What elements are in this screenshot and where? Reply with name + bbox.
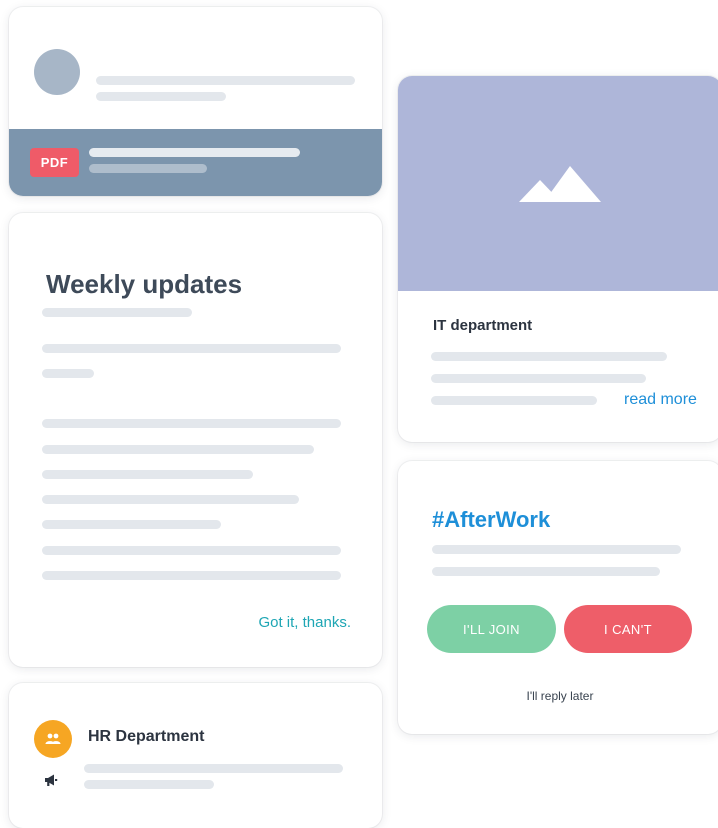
- card-title: #AfterWork: [432, 507, 551, 532]
- card-title: IT department: [433, 317, 533, 334]
- placeholder-line: [42, 520, 221, 529]
- mountains-icon: [519, 166, 601, 202]
- file-attachment-bar[interactable]: PDF: [9, 129, 382, 196]
- placeholder-line: [42, 546, 341, 555]
- decline-button[interactable]: I CAN'T: [564, 605, 692, 653]
- it-department-card: IT department read more: [398, 76, 718, 442]
- placeholder-line: [89, 148, 300, 157]
- card-title: HR Department: [88, 728, 205, 745]
- placeholder-line: [42, 470, 253, 479]
- card-title: Weekly updates: [46, 269, 243, 299]
- placeholder-line: [42, 369, 94, 378]
- weekly-updates-card: Weekly updates Got it, thanks.: [9, 213, 382, 667]
- placeholder-line: [89, 164, 207, 173]
- afterwork-card: #AfterWork I'LL JOIN I CAN'T I'll reply …: [398, 461, 718, 734]
- placeholder-line: [84, 764, 343, 773]
- placeholder-line: [431, 352, 667, 361]
- placeholder-line: [42, 571, 341, 580]
- placeholder-line: [42, 344, 341, 353]
- placeholder-line: [84, 780, 214, 789]
- people-icon: [34, 720, 72, 758]
- placeholder-line: [432, 567, 660, 576]
- avatar: [34, 49, 80, 95]
- placeholder-line: [96, 92, 226, 101]
- placeholder-line: [96, 76, 355, 85]
- placeholder-line: [42, 419, 341, 428]
- megaphone-icon: [44, 773, 58, 792]
- placeholder-line: [432, 545, 681, 554]
- acknowledge-link[interactable]: Got it, thanks.: [258, 614, 351, 631]
- placeholder-line: [42, 445, 314, 454]
- reply-later-link[interactable]: I'll reply later: [398, 689, 718, 703]
- hr-department-card: HR Department: [9, 683, 382, 828]
- placeholder-line: [42, 308, 192, 317]
- placeholder-line: [431, 396, 597, 405]
- placeholder-line: [42, 495, 299, 504]
- placeholder-line: [431, 374, 646, 383]
- read-more-link[interactable]: read more: [624, 391, 697, 409]
- image-placeholder: [398, 76, 718, 291]
- file-card[interactable]: PDF: [9, 7, 382, 196]
- join-button[interactable]: I'LL JOIN: [427, 605, 556, 653]
- pdf-badge: PDF: [30, 148, 79, 177]
